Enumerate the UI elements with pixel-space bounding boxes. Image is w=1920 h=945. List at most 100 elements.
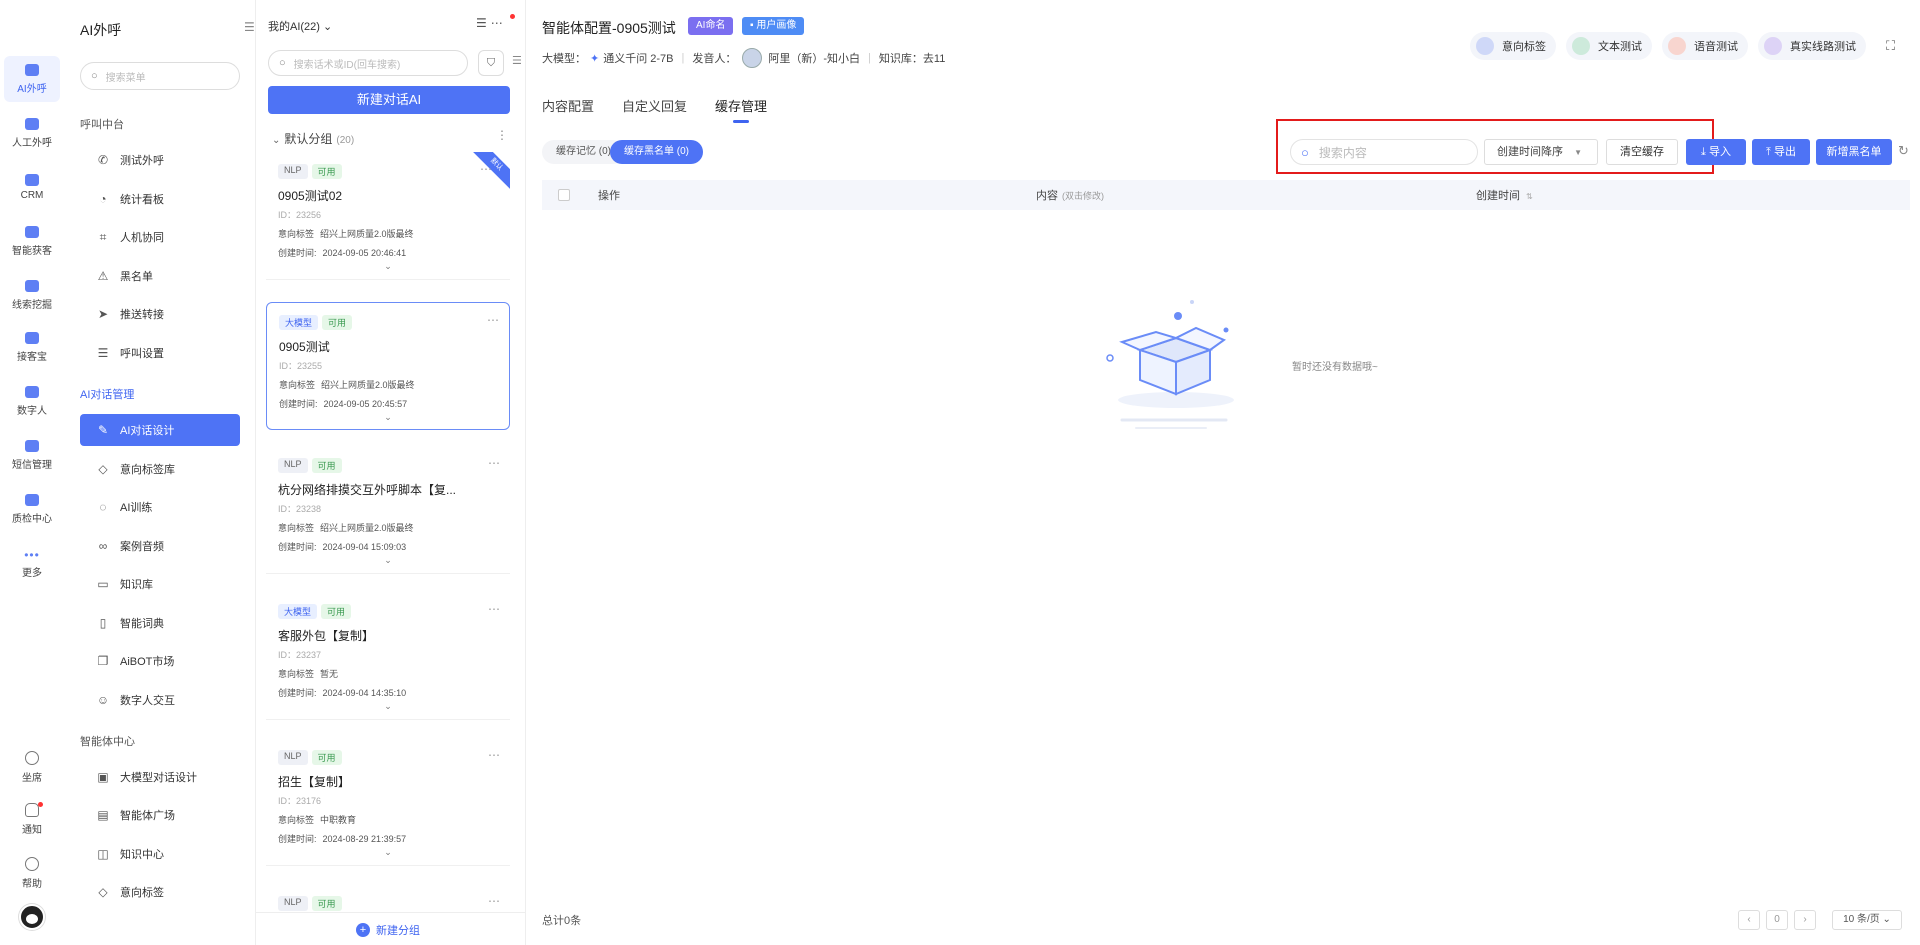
microphone-icon bbox=[1668, 37, 1686, 55]
jiekebao-icon bbox=[25, 331, 39, 344]
status-badge: 可用 bbox=[322, 315, 353, 330]
tab-custom-reply[interactable]: 自定义回复 bbox=[622, 96, 687, 115]
config-tabs: 内容配置 自定义回复 缓存管理 bbox=[542, 96, 767, 123]
add-blacklist-button[interactable]: 新增黑名单 bbox=[1816, 139, 1892, 165]
script-search-input[interactable]: ○ 搜索话术或ID(回车搜索) bbox=[268, 50, 468, 76]
tag-icon: ◇ bbox=[98, 462, 108, 476]
menu-item-ai-dialog-design[interactable]: ✎ AI对话设计 bbox=[80, 414, 240, 446]
text-test-button[interactable]: 文本测试 bbox=[1566, 32, 1652, 60]
list-collapse-icon[interactable]: ☰ bbox=[512, 54, 522, 67]
tab-content-config[interactable]: 内容配置 bbox=[542, 96, 594, 115]
page-size-select[interactable]: 10 条/页 ⌄ bbox=[1832, 910, 1902, 930]
ai-name-badge[interactable]: AI命名 bbox=[688, 17, 734, 35]
rail-item-qa[interactable]: 质检中心 bbox=[4, 486, 60, 532]
sort-select[interactable]: 创建时间降序 ▼ bbox=[1484, 139, 1598, 165]
list-item[interactable]: 默认 NLP 可用 ⋯ 0905测试02 ID：23256 意向标签 绍兴上网质量2… bbox=[266, 152, 510, 280]
rail-item-more[interactable]: ••• 更多 bbox=[4, 540, 60, 586]
menu-search-input[interactable]: ○ 搜索菜单 bbox=[80, 62, 240, 90]
menu-item-human-machine[interactable]: ⌗ 人机协同 bbox=[80, 221, 240, 253]
page-number[interactable]: 0 bbox=[1766, 910, 1788, 930]
rail-item-lead-mining[interactable]: 线索挖掘 bbox=[4, 272, 60, 318]
user-avatar[interactable] bbox=[19, 904, 45, 930]
chevron-down-icon[interactable]: ⌄ bbox=[278, 701, 498, 712]
filter-icon[interactable]: ⛉ bbox=[478, 50, 504, 76]
prev-page-button[interactable]: ‹ bbox=[1738, 910, 1760, 930]
notify-dot bbox=[38, 802, 43, 807]
rail-item-jiekebao[interactable]: 接客宝 bbox=[4, 324, 60, 370]
menu-item-dictionary[interactable]: ▯ 智能词典 bbox=[80, 607, 240, 639]
col-created[interactable]: 创建时间 ⇅ bbox=[1476, 187, 1533, 203]
content-search-input[interactable]: ○ 搜索内容 bbox=[1290, 139, 1478, 165]
list-item[interactable]: NLP 可用 ⋯ 杭分网络排摸交互外呼脚本【复... ID：23238 意向标签绍… bbox=[266, 446, 510, 574]
tag-icon: ◇ bbox=[98, 885, 108, 899]
select-all-checkbox[interactable] bbox=[558, 189, 570, 201]
card-more-icon[interactable]: ⋯ bbox=[488, 456, 500, 470]
chevron-down-icon[interactable]: ⌄ bbox=[278, 555, 498, 566]
menu-item-knowledge-center[interactable]: ◫ 知识中心 bbox=[80, 838, 240, 870]
card-more-icon[interactable]: ⋯ bbox=[488, 602, 500, 616]
real-line-test-button[interactable]: 真实线路测试 bbox=[1758, 32, 1866, 60]
rail-item-manual-call[interactable]: 人工外呼 bbox=[4, 110, 60, 156]
card-more-icon[interactable]: ⋯ bbox=[488, 894, 500, 908]
acquire-icon bbox=[25, 225, 39, 238]
next-page-button[interactable]: › bbox=[1794, 910, 1816, 930]
new-dialog-ai-button[interactable]: 新建对话AI bbox=[268, 86, 510, 114]
export-button[interactable]: ⤒ 导出 bbox=[1752, 139, 1810, 165]
plus-icon: + bbox=[356, 923, 370, 937]
user-profile-badge[interactable]: ▪ 用户画像 bbox=[742, 17, 805, 35]
voice-test-button[interactable]: 语音测试 bbox=[1662, 32, 1748, 60]
card-more-icon[interactable]: ⋯ bbox=[487, 313, 499, 327]
subtab-cache-blacklist[interactable]: 缓存黑名单 (0) bbox=[610, 140, 704, 164]
chevron-down-icon[interactable]: ⌄ bbox=[278, 847, 498, 858]
send-icon: ➤ bbox=[97, 307, 109, 321]
fullscreen-icon[interactable]: ⛶ bbox=[1886, 38, 1895, 54]
rail-item-crm[interactable]: CRM bbox=[4, 164, 60, 210]
menu-item-intent-tag[interactable]: ◇ 意向标签 bbox=[80, 876, 240, 908]
menu-item-digital-human-interact[interactable]: ☺ 数字人交互 bbox=[80, 684, 240, 716]
new-group-button[interactable]: + 新建分组 bbox=[356, 922, 420, 938]
menu-item-ai-train[interactable]: ◌ AI训练 bbox=[80, 491, 240, 523]
rail-item-digital-human[interactable]: 数字人 bbox=[4, 378, 60, 424]
my-ai-selector[interactable]: 我的AI(22) ⌄ bbox=[268, 18, 332, 34]
rail-item-ai-outbound[interactable]: AI外呼 bbox=[4, 56, 60, 102]
default-group-header[interactable]: ⌄ 默认分组 (20) bbox=[272, 130, 354, 147]
list-item[interactable]: NLP 可用 ⋯ 招生【复制】 ID：23176 意向标签 中职教育 创建时间: 20… bbox=[266, 738, 510, 866]
chevron-down-icon[interactable]: ⌄ bbox=[278, 261, 498, 272]
rail-item-notify[interactable]: 通知 bbox=[4, 796, 60, 842]
menu-item-test-call[interactable]: ✆ 测试外呼 bbox=[80, 144, 240, 176]
chart-window-icon: ▣ bbox=[97, 770, 109, 784]
rail-item-sms[interactable]: 短信管理 bbox=[4, 432, 60, 478]
menu-collapse-icon[interactable]: ☰ bbox=[244, 20, 255, 34]
card-more-icon[interactable]: ⋯ bbox=[488, 748, 500, 762]
rail-item-help[interactable]: 帮助 bbox=[4, 850, 60, 896]
user-icon: ☺ bbox=[96, 693, 110, 707]
menu-item-intent-tag-lib[interactable]: ◇ 意向标签库 bbox=[80, 453, 240, 485]
menu-item-aibot-market[interactable]: ❐ AiBOT市场 bbox=[80, 645, 240, 677]
menu-item-call-settings[interactable]: ☰ 呼叫设置 bbox=[80, 337, 240, 369]
menu-item-agent-square[interactable]: ▤ 智能体广场 bbox=[80, 799, 240, 831]
tab-cache-management[interactable]: 缓存管理 bbox=[715, 96, 767, 123]
list-item[interactable]: 大模型 可用 ⋯ 客服外包【复制】 ID：23237 意向标签 暂无 创建时间: 20… bbox=[266, 592, 510, 720]
refresh-icon[interactable]: ↻ bbox=[1898, 143, 1909, 159]
menu-item-knowledge[interactable]: ▭ 知识库 bbox=[80, 568, 240, 600]
menu-item-case-audio[interactable]: ∞ 案例音频 bbox=[80, 530, 240, 562]
sort-icon[interactable]: ☰ bbox=[476, 16, 491, 30]
group-more-icon[interactable]: ⋮ bbox=[496, 128, 508, 142]
intent-tag-button[interactable]: 意向标签 bbox=[1470, 32, 1556, 60]
list-item[interactable]: 大模型 可用 ⋯ 0905测试 ID：23255 意向标签 绍兴上网质量2.0版最终… bbox=[266, 302, 510, 430]
import-button[interactable]: ⤓ 导入 bbox=[1686, 139, 1746, 165]
card-more-icon[interactable]: ⋯ bbox=[480, 162, 492, 176]
menu-group-agent-center: 智能体中心 bbox=[80, 736, 135, 748]
menu-item-llm-dialog-design[interactable]: ▣ 大模型对话设计 bbox=[80, 761, 240, 793]
more-icon[interactable]: ⋯ bbox=[491, 16, 507, 30]
menu-item-transfer[interactable]: ➤ 推送转接 bbox=[80, 298, 240, 330]
list-item[interactable]: NLP 可用 ⋯ bbox=[266, 884, 510, 912]
rail-item-seat[interactable]: 坐席 bbox=[4, 744, 60, 790]
chevron-down-icon[interactable]: ⌄ bbox=[279, 412, 497, 423]
menu-item-blacklist[interactable]: ⚠ 黑名单 bbox=[80, 260, 240, 292]
type-tag: NLP bbox=[278, 164, 308, 179]
menu-item-stats[interactable]: ◔ 统计看板 bbox=[80, 183, 240, 215]
clear-cache-button[interactable]: 清空缓存 bbox=[1606, 139, 1678, 165]
rail-item-smart-acquire[interactable]: 智能获客 bbox=[4, 218, 60, 264]
card-id: ID：23256 bbox=[278, 210, 322, 220]
